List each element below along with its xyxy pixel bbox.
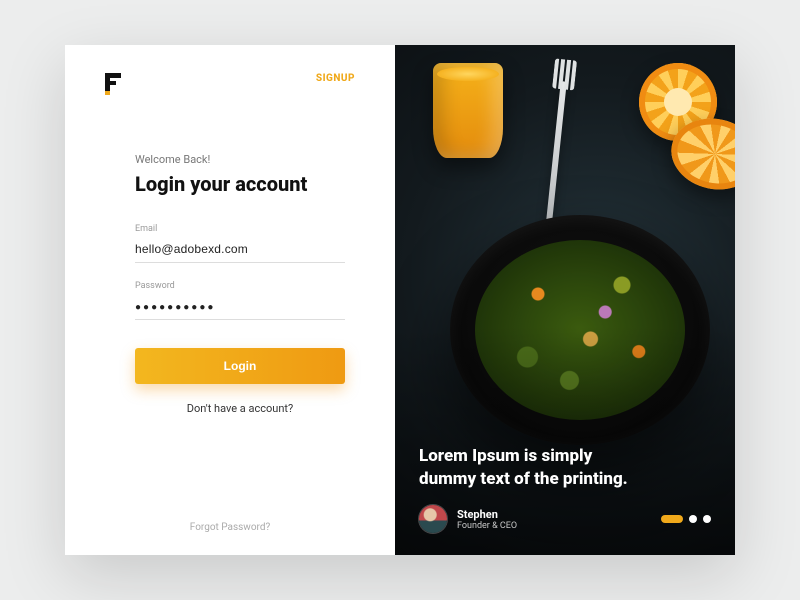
password-input[interactable] — [135, 298, 345, 320]
password-label: Password — [135, 281, 345, 291]
avatar — [419, 505, 447, 533]
no-account-link[interactable]: Don't have a account? — [135, 402, 345, 415]
brand-logo[interactable] — [105, 73, 121, 93]
carousel-dot-3[interactable] — [703, 515, 711, 523]
form-panel: SIGNUP Welcome Back! Login your account … — [65, 45, 395, 555]
hero-panel: Lorem Ipsum is simply dummy text of the … — [395, 45, 735, 555]
forgot-password-link[interactable]: Forgot Password? — [65, 522, 395, 533]
header-row: SIGNUP — [105, 73, 355, 93]
author-text: Stephen Founder & CEO — [457, 508, 517, 531]
password-field-group: Password — [135, 281, 345, 320]
carousel-dots — [661, 515, 711, 523]
hero-quote: Lorem Ipsum is simply dummy text of the … — [419, 445, 639, 491]
author-role: Founder & CEO — [457, 521, 517, 531]
welcome-text: Welcome Back! — [135, 153, 345, 166]
author-row: Stephen Founder & CEO — [419, 505, 711, 533]
email-input[interactable] — [135, 238, 345, 263]
login-button[interactable]: Login — [135, 348, 345, 384]
author: Stephen Founder & CEO — [419, 505, 517, 533]
hero-overlay: Lorem Ipsum is simply dummy text of the … — [419, 445, 711, 533]
email-label: Email — [135, 224, 345, 234]
author-name: Stephen — [457, 508, 517, 521]
page-title: Login your account — [135, 172, 345, 196]
email-field-group: Email — [135, 224, 345, 263]
carousel-dot-2[interactable] — [689, 515, 697, 523]
login-form: Welcome Back! Login your account Email P… — [105, 153, 355, 415]
signup-link[interactable]: SIGNUP — [316, 73, 355, 84]
carousel-dot-1[interactable] — [661, 515, 683, 523]
login-card: SIGNUP Welcome Back! Login your account … — [65, 45, 735, 555]
